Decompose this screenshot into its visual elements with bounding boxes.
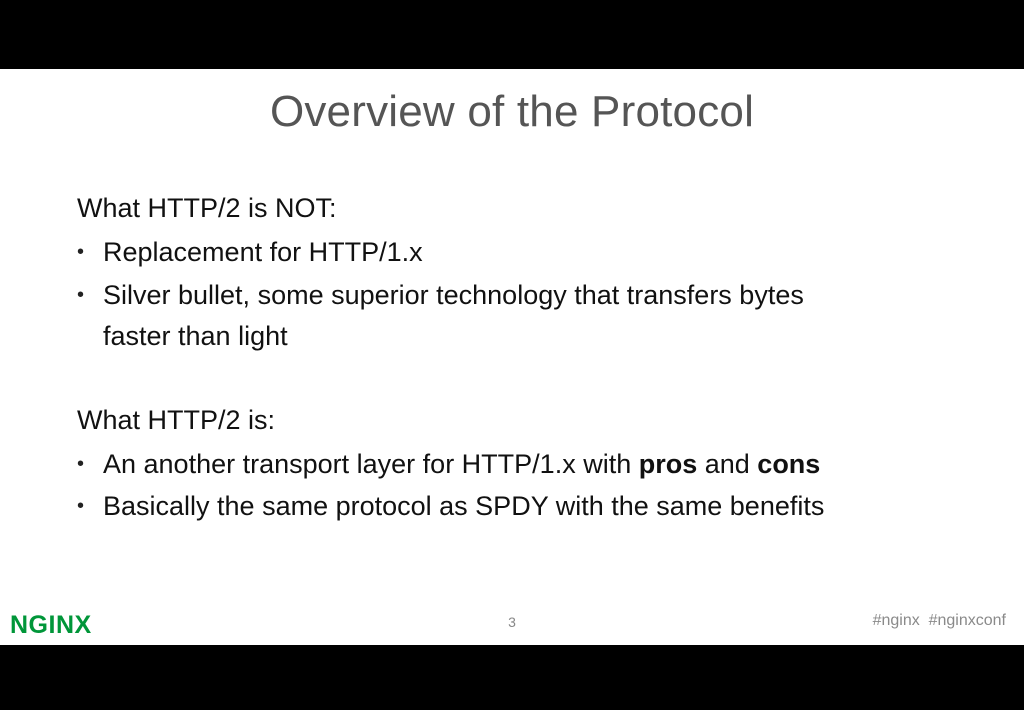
slide: Overview of the Protocol What HTTP/2 is …	[0, 69, 1024, 645]
bold-cons: cons	[757, 449, 821, 479]
bullet-icon: •	[77, 241, 85, 263]
bullet-text: Replacement for HTTP/1.x	[103, 237, 423, 267]
bullet-text: Basically the same protocol as SPDY with…	[103, 491, 825, 521]
page-number: 3	[508, 614, 516, 630]
section-heading-not: What HTTP/2 is NOT:	[77, 193, 337, 223]
slide-title: Overview of the Protocol	[269, 87, 755, 136]
bold-pros: pros	[638, 449, 698, 479]
hashtags: #nginx #nginxconf	[872, 612, 1006, 629]
bullet-text-part: and	[697, 449, 758, 479]
section-heading-is: What HTTP/2 is:	[77, 405, 276, 435]
bullet-icon: •	[77, 284, 85, 306]
bullet-text: faster than light	[103, 321, 288, 351]
bullet-text: An another transport layer for HTTP/1.x …	[103, 443, 820, 485]
bullet-icon: •	[77, 495, 85, 517]
letterbox-bottom	[0, 645, 1024, 710]
bullet-text-part: An another transport layer for HTTP/1.x …	[103, 449, 639, 479]
letterbox-top	[0, 0, 1024, 69]
bullet-text: Silver bullet, some superior technology …	[103, 280, 804, 310]
bullet-icon: •	[77, 453, 85, 475]
